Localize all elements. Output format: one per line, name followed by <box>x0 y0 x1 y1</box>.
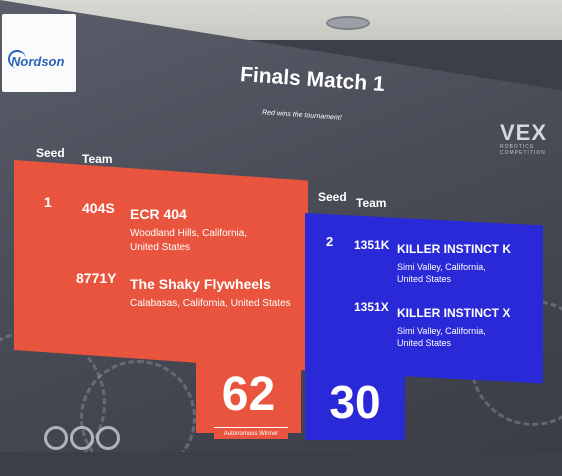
red-alliance-panel <box>14 160 308 371</box>
vex-logo-subtitle: ROBOTICS COMPETITION <box>500 144 546 156</box>
sponsor-logo: Nordson <box>2 14 76 92</box>
red-score: 62 <box>196 355 301 433</box>
red-team-1-location-2: United States <box>130 242 191 253</box>
red-team-1-number: 404S <box>82 200 115 216</box>
blue-team-1-number: 1351K <box>354 238 390 252</box>
ring-icon <box>96 426 120 450</box>
gear-icon <box>80 360 196 452</box>
vex-logo: VEX <box>500 120 548 145</box>
blue-team-2-location-2: United States <box>397 338 452 348</box>
ring-icon <box>70 426 94 450</box>
blue-seed-header: Seed <box>318 190 347 204</box>
red-team-2-location: Calabasas, California, United States <box>130 298 291 309</box>
match-title: Finals Match 1 <box>239 62 386 97</box>
match-result: Red wins the tournament! <box>261 109 342 122</box>
ring-icon <box>44 426 68 450</box>
blue-team-1-location: Simi Valley, California, <box>397 262 486 272</box>
blue-team-1-name: KILLER INSTINCT K <box>397 242 511 256</box>
blue-score: 30 <box>305 364 405 440</box>
blue-team-2-name: KILLER INSTINCT X <box>397 306 511 320</box>
red-seed: 1 <box>44 194 52 210</box>
red-seed-header: Seed <box>36 146 65 160</box>
sponsor-logo-text: Nordson <box>11 54 65 69</box>
blue-team-header: Team <box>356 196 387 210</box>
ceiling-light-icon <box>326 16 370 30</box>
red-team-1-location: Woodland Hills, California, <box>130 228 248 239</box>
blue-alliance-panel <box>305 213 543 384</box>
blue-team-2-location: Simi Valley, California, <box>397 326 486 336</box>
autonomous-winner-badge: Autonomous Winner <box>214 427 288 439</box>
blue-seed: 2 <box>326 234 334 249</box>
blue-team-2-number: 1351X <box>354 300 389 314</box>
red-team-1-name: ECR 404 <box>130 206 187 222</box>
blue-team-1-location-2: United States <box>397 274 452 284</box>
scoreboard-screen: Nordson Finals Match 1 Red wins the tour… <box>0 0 562 452</box>
red-team-2-name: The Shaky Flywheels <box>130 276 271 292</box>
red-team-header: Team <box>82 152 113 166</box>
red-team-2-number: 8771Y <box>76 270 117 286</box>
